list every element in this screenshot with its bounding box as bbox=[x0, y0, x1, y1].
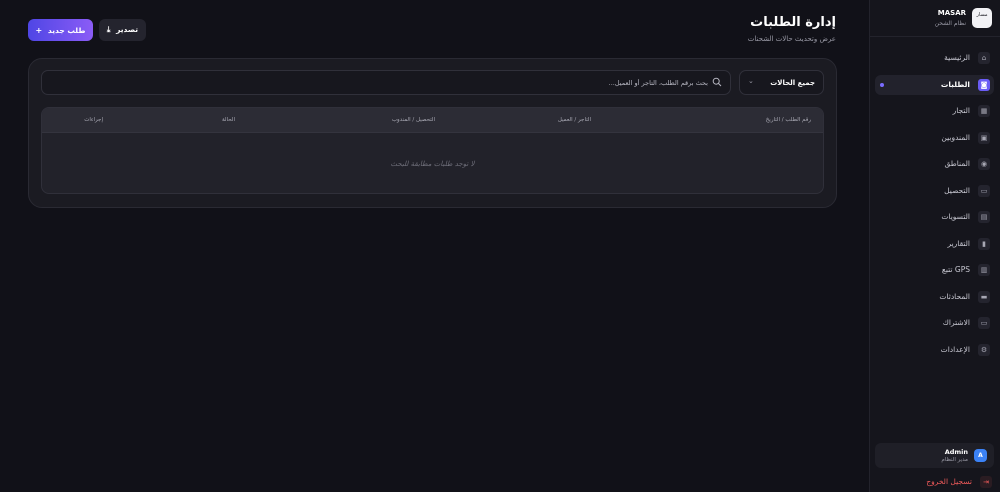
sidebar-item-label: الإعدادات bbox=[940, 344, 970, 354]
sidebar-item-chats[interactable]: ▬ المحادثات bbox=[875, 287, 994, 307]
sidebar-item-subscription[interactable]: ▭ الاشتراك bbox=[875, 313, 994, 333]
sidebar-item-gps[interactable]: ▥ تتبع GPS bbox=[875, 260, 994, 280]
user-name: Admin bbox=[944, 448, 968, 456]
home-icon: ⌂ bbox=[978, 52, 990, 64]
user-role: مدير النظام bbox=[941, 457, 968, 463]
chat-icon: ▬ bbox=[978, 290, 990, 303]
sidebar-item-couriers[interactable]: ▣ المندوبين bbox=[875, 128, 994, 148]
sidebar-item-label: التسويات bbox=[941, 212, 970, 221]
logout-icon: ⇥ bbox=[980, 476, 992, 488]
export-button[interactable]: ⤓ تصدير bbox=[99, 19, 146, 41]
document-icon: ▤ bbox=[978, 211, 990, 223]
sidebar: مسار MASAR نظام الشحن ⌂ الرئيسية ◙ الطلب… bbox=[869, 0, 1000, 492]
search-icon bbox=[712, 77, 722, 87]
active-indicator-dot bbox=[880, 82, 884, 87]
sidebar-item-label: تتبع GPS bbox=[941, 265, 970, 274]
brand-name: MASAR bbox=[937, 9, 966, 17]
bar-chart-icon: ▮ bbox=[978, 237, 990, 250]
sidebar-item-regions[interactable]: ◉ المناطق bbox=[875, 154, 994, 174]
column-header-merchant-customer[interactable]: التاجر / العميل bbox=[558, 117, 591, 123]
status-filter-select[interactable]: جميع الحالات ⌄ bbox=[739, 70, 824, 95]
sidebar-item-label: المندوبين bbox=[941, 132, 970, 142]
search-box bbox=[41, 70, 731, 95]
gear-icon: ⚙ bbox=[978, 343, 990, 356]
sidebar-item-home[interactable]: ⌂ الرئيسية bbox=[875, 48, 994, 68]
box-icon: ◙ bbox=[978, 78, 990, 91]
sidebar-item-label: المحادثات bbox=[939, 291, 970, 301]
truck-icon: ▣ bbox=[978, 131, 990, 144]
sidebar-item-settings[interactable]: ⚙ الإعدادات bbox=[875, 340, 994, 360]
sidebar-item-label: الاشتراك bbox=[942, 318, 970, 327]
sidebar-item-orders[interactable]: ◙ الطلبات bbox=[875, 74, 994, 95]
new-order-button[interactable]: + طلب جديد bbox=[28, 19, 93, 41]
brand-logo: مسار bbox=[972, 8, 992, 28]
column-header-order-date[interactable]: رقم الطلب / التاريخ bbox=[766, 117, 811, 123]
sidebar-item-label: التقارير bbox=[947, 238, 970, 248]
sidebar-item-label: الطلبات bbox=[940, 79, 970, 89]
page-title: إدارة الطلبات bbox=[750, 15, 836, 30]
search-input[interactable] bbox=[68, 75, 708, 91]
sidebar-item-label: التجار bbox=[952, 106, 970, 115]
sidebar-item-label: التحصيل bbox=[944, 185, 970, 195]
gps-icon: ▥ bbox=[978, 264, 990, 276]
page-subtitle: عرض وتحديث حالات الشحنات bbox=[747, 35, 836, 43]
store-icon: ▦ bbox=[978, 105, 990, 117]
sidebar-nav: ⌂ الرئيسية ◙ الطلبات ▦ التجار ▣ المندوبي… bbox=[875, 48, 994, 366]
empty-state-message: لا توجد طلبات مطابقة للبحث bbox=[390, 160, 475, 168]
orders-panel: جميع الحالات ⌄ رقم الطلب / التاريخ التاج… bbox=[28, 58, 837, 208]
sidebar-item-label: الرئيسية bbox=[944, 53, 970, 62]
column-header-status[interactable]: الحالة bbox=[222, 117, 235, 123]
orders-table: رقم الطلب / التاريخ التاجر / العميل التح… bbox=[41, 107, 824, 194]
chevron-down-icon: ⌄ bbox=[748, 77, 754, 85]
table-header: رقم الطلب / التاريخ التاجر / العميل التح… bbox=[42, 108, 823, 133]
column-header-actions: إجراءات bbox=[84, 117, 103, 123]
export-label: تصدير bbox=[116, 25, 139, 34]
sidebar-item-reports[interactable]: ▮ التقارير bbox=[875, 234, 994, 254]
plus-icon: + bbox=[35, 25, 43, 35]
download-icon: ⤓ bbox=[106, 25, 111, 34]
logout-label: تسجيل الخروج bbox=[926, 477, 972, 486]
brand-subtitle: نظام الشحن bbox=[934, 20, 966, 27]
avatar: A bbox=[974, 449, 987, 462]
logout-button[interactable]: ⇥ تسجيل الخروج bbox=[882, 476, 992, 488]
column-header-collection-courier[interactable]: التحصيل / المندوب bbox=[392, 117, 435, 123]
credit-card-icon: ▭ bbox=[978, 317, 990, 329]
new-order-label: طلب جديد bbox=[47, 25, 86, 35]
sidebar-item-settlements[interactable]: ▤ التسويات bbox=[875, 207, 994, 227]
sidebar-item-collection[interactable]: ▭ التحصيل bbox=[875, 181, 994, 201]
brand[interactable]: مسار MASAR نظام الشحن bbox=[876, 8, 992, 30]
map-pin-icon: ◉ bbox=[978, 158, 990, 170]
status-filter-value: جميع الحالات bbox=[770, 79, 815, 87]
user-card[interactable]: A Admin مدير النظام bbox=[875, 443, 994, 468]
cash-icon: ▭ bbox=[978, 184, 990, 197]
sidebar-item-label: المناطق bbox=[944, 159, 970, 168]
sidebar-divider bbox=[870, 36, 1000, 37]
sidebar-item-merchants[interactable]: ▦ التجار bbox=[875, 101, 994, 121]
